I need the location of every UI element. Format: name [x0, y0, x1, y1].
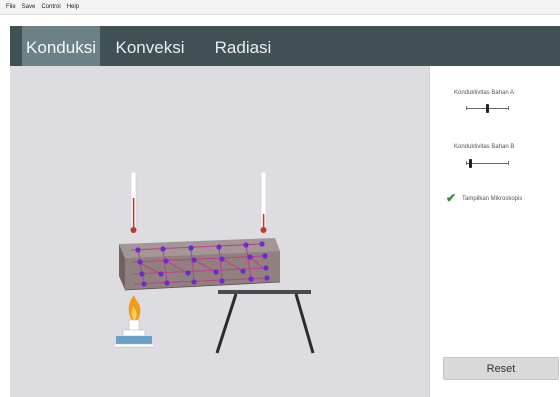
slider-a-label: Konduktivitas Bahan A [454, 90, 515, 96]
slider-b-thumb[interactable] [469, 159, 472, 168]
slider-a-tick-min [466, 106, 467, 110]
thermometer-right-icon [260, 171, 267, 233]
menu-save[interactable]: Save [22, 4, 36, 10]
reset-button[interactable]: Reset [443, 357, 559, 380]
checkmark-icon[interactable]: ✔ [446, 192, 457, 204]
control-panel: Konduktivitas Bahan A Konduktivitas Baha… [429, 66, 560, 397]
thermometer-left-icon [130, 171, 137, 233]
simulation-scene [113, 171, 315, 354]
menu-bar: File Save Control Help [0, 0, 560, 15]
table-icon [215, 290, 315, 354]
microscopic-toggle[interactable]: ✔ Tampilkan Mikroskopis [446, 192, 523, 204]
menu-help[interactable]: Help [67, 4, 79, 10]
menu-control[interactable]: Control [41, 4, 60, 10]
burner-icon [113, 319, 155, 348]
tab-radiasi[interactable]: Radiasi [206, 26, 280, 66]
simulation-canvas [10, 66, 429, 397]
menu-file[interactable]: File [6, 4, 16, 10]
slider-b-track[interactable] [466, 163, 508, 164]
flame-icon [128, 295, 141, 323]
microscopic-toggle-label: Tampilkan Mikroskopis [462, 195, 523, 202]
tab-konveksi[interactable]: Konveksi [110, 26, 190, 66]
tab-konduksi[interactable]: Konduksi [22, 26, 100, 66]
slider-a-thumb[interactable] [486, 104, 489, 113]
slider-b-tick-max [508, 161, 509, 165]
slider-b-label: Konduktivitas Bahan B [454, 144, 515, 150]
tab-bar: Konduksi Konveksi Radiasi [10, 26, 560, 66]
slider-a-tick-max [508, 106, 509, 110]
slider-b-tick-min [466, 161, 467, 165]
